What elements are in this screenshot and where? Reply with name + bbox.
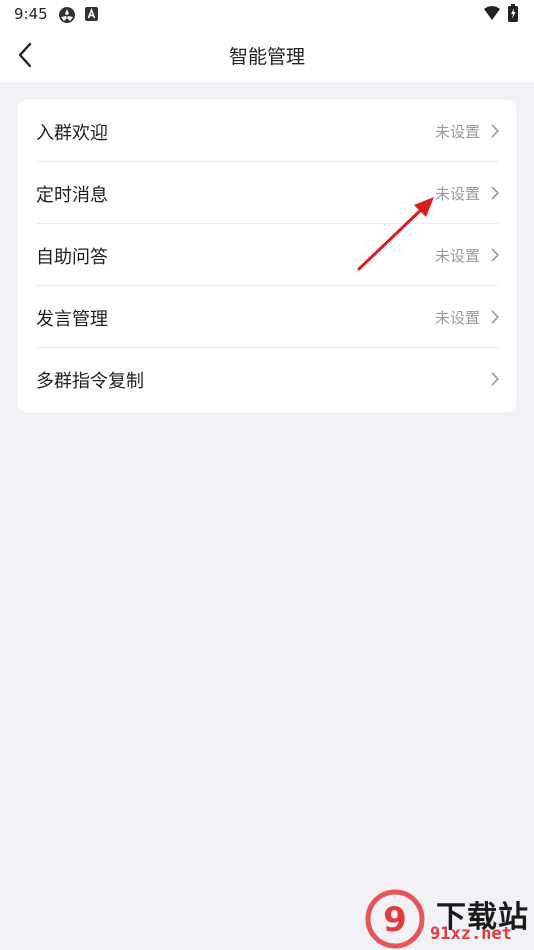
setting-row-self-service-qa[interactable]: 自助问答 未设置 [18, 224, 516, 286]
setting-status: 未设置 [434, 309, 480, 327]
setting-status: 未设置 [434, 185, 480, 203]
setting-row-multi-group-command-copy[interactable]: 多群指令复制 [18, 348, 516, 410]
setting-status: 未设置 [434, 247, 480, 265]
chevron-right-icon [491, 372, 500, 386]
watermark-logo-text: 9 [383, 900, 407, 940]
setting-row-speech-management[interactable]: 发言管理 未设置 [18, 286, 516, 348]
settings-app-icon [58, 6, 76, 28]
setting-label: 入群欢迎 [36, 123, 108, 144]
chevron-right-icon [491, 310, 500, 324]
chevron-right-icon [491, 248, 500, 262]
navigation-bar: 智能管理 [0, 28, 534, 82]
status-bar: 9:45 [0, 0, 534, 28]
chevron-right-icon [491, 186, 500, 200]
a-notification-icon [85, 6, 99, 26]
setting-label: 发言管理 [36, 309, 108, 330]
wifi-icon [483, 5, 501, 25]
watermark-url: 91xz.net [430, 924, 512, 944]
status-time: 9:45 [14, 5, 48, 23]
setting-label: 自助问答 [36, 247, 108, 268]
watermark: 9 下载站 91xz.net [364, 888, 534, 950]
setting-status: 未设置 [434, 123, 480, 141]
chevron-right-icon [491, 124, 500, 138]
setting-label: 定时消息 [36, 185, 108, 206]
page-title: 智能管理 [228, 46, 305, 68]
settings-card: 入群欢迎 未设置 定时消息 未设置 自助问答 未设置 发言管理 未设置 多群指令… [18, 100, 516, 412]
setting-label: 多群指令复制 [36, 371, 144, 392]
setting-row-scheduled-message[interactable]: 定时消息 未设置 [18, 162, 516, 224]
setting-row-join-welcome[interactable]: 入群欢迎 未设置 [18, 100, 516, 162]
battery-icon [508, 4, 518, 26]
watermark-logo-icon: 9 [365, 889, 425, 949]
